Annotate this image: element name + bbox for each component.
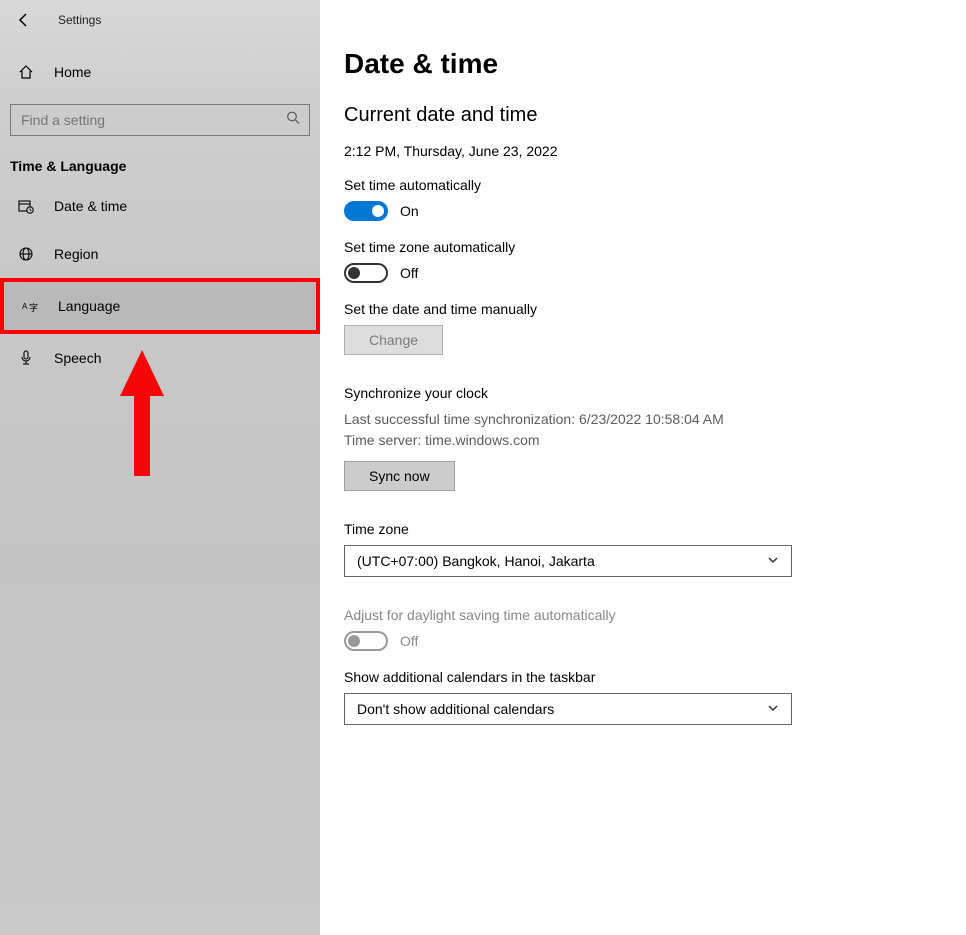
- chevron-down-icon: [767, 553, 779, 569]
- sync-server-value: Time server: time.windows.com: [344, 430, 942, 451]
- back-button[interactable]: [16, 12, 32, 28]
- sync-clock-heading: Synchronize your clock: [344, 385, 942, 401]
- dst-label: Adjust for daylight saving time automati…: [344, 607, 942, 623]
- set-tz-auto-state: Off: [400, 265, 418, 281]
- sidebar-item-date-time[interactable]: Date & time: [0, 182, 320, 230]
- set-time-auto-label: Set time automatically: [344, 177, 942, 193]
- sidebar-item-label: Home: [54, 64, 91, 80]
- change-button: Change: [344, 325, 443, 355]
- time-zone-value: (UTC+07:00) Bangkok, Hanoi, Jakarta: [357, 553, 595, 569]
- additional-calendars-select[interactable]: Don't show additional calendars: [344, 693, 792, 725]
- additional-calendars-value: Don't show additional calendars: [357, 701, 554, 717]
- dst-toggle: [344, 631, 388, 651]
- sync-last-value: Last successful time synchronization: 6/…: [344, 409, 942, 430]
- sidebar-item-region[interactable]: Region: [0, 230, 320, 278]
- search-container: [10, 104, 310, 136]
- sidebar-item-label: Region: [54, 246, 98, 262]
- time-zone-select[interactable]: (UTC+07:00) Bangkok, Hanoi, Jakarta: [344, 545, 792, 577]
- sidebar-item-label: Speech: [54, 350, 101, 366]
- sidebar-item-label: Date & time: [54, 198, 127, 214]
- current-datetime-heading: Current date and time: [344, 104, 942, 127]
- set-time-auto-toggle[interactable]: [344, 201, 388, 221]
- sidebar-item-label: Language: [58, 298, 120, 314]
- globe-icon: [16, 246, 36, 262]
- set-tz-auto-label: Set time zone automatically: [344, 239, 942, 255]
- sidebar-section-title: Time & Language: [0, 136, 320, 182]
- arrow-left-icon: [16, 12, 32, 28]
- svg-text:A: A: [22, 302, 28, 311]
- app-title: Settings: [58, 13, 101, 27]
- page-title: Date & time: [344, 48, 942, 80]
- sync-now-button[interactable]: Sync now: [344, 461, 455, 491]
- calendar-clock-icon: [16, 198, 36, 214]
- sidebar-item-speech[interactable]: Speech: [0, 334, 320, 382]
- set-tz-auto-toggle[interactable]: [344, 263, 388, 283]
- language-icon: A字: [20, 298, 40, 314]
- dst-state: Off: [400, 633, 418, 649]
- sidebar-item-language[interactable]: A字 Language: [4, 282, 316, 330]
- main-content: Date & time Current date and time 2:12 P…: [320, 0, 966, 935]
- sidebar-item-home[interactable]: Home: [0, 52, 320, 92]
- titlebar: Settings: [0, 0, 320, 40]
- annotation-highlight: A字 Language: [0, 278, 320, 334]
- home-icon: [16, 64, 36, 80]
- set-time-auto-state: On: [400, 203, 419, 219]
- sidebar: Settings Home Time & Language Date & tim…: [0, 0, 320, 935]
- time-zone-heading: Time zone: [344, 521, 942, 537]
- microphone-icon: [16, 350, 36, 366]
- current-datetime-value: 2:12 PM, Thursday, June 23, 2022: [344, 143, 942, 159]
- set-manual-label: Set the date and time manually: [344, 301, 942, 317]
- search-input[interactable]: [10, 104, 310, 136]
- svg-text:字: 字: [29, 302, 38, 313]
- additional-calendars-label: Show additional calendars in the taskbar: [344, 669, 942, 685]
- chevron-down-icon: [767, 701, 779, 717]
- search-icon: [286, 111, 300, 130]
